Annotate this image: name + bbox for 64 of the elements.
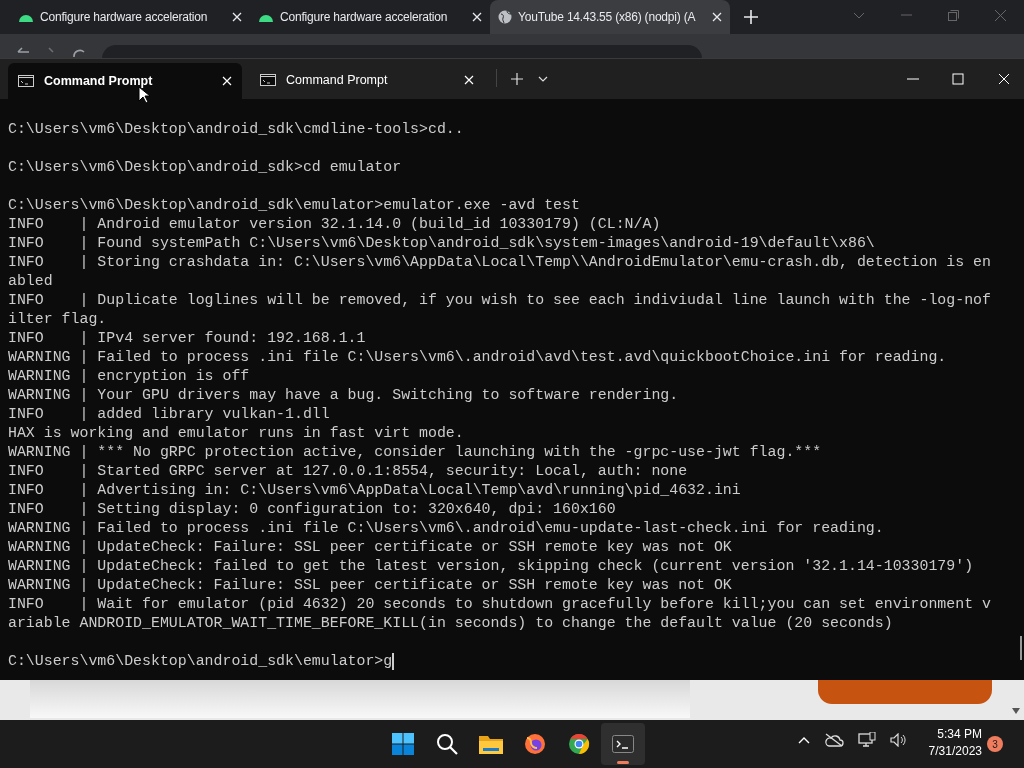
scrollbar-thumb[interactable] bbox=[1020, 636, 1022, 660]
reload-icon[interactable] bbox=[72, 47, 86, 57]
console-line: INFO | Android emulator version 32.1.14.0 (build_id 10330179) (CL:N/A) bbox=[8, 215, 661, 234]
console-line: abled bbox=[8, 272, 53, 291]
console-line: INFO | Found systemPath C:\Users\vm6\Desktop\android_sdk\system-images\android-19\default\x86\ bbox=[8, 234, 875, 253]
folder-icon bbox=[479, 734, 503, 754]
console-icon bbox=[260, 74, 276, 86]
scroll-down-icon[interactable] bbox=[1012, 708, 1020, 714]
console-line: INFO | Duplicate loglines will be removed, if you wish to see each indiviudal line launch with the -log-nof bbox=[8, 291, 991, 310]
tab-title: Configure hardware acceleration bbox=[40, 9, 209, 26]
android-icon bbox=[18, 12, 34, 22]
mouse-pointer-icon bbox=[138, 86, 150, 104]
console-line: C:\Users\vm6\Desktop\android_sdk\cmdline-tools>cd.. bbox=[8, 120, 464, 139]
console-line: WARNING | Failed to process .ini file C:\Users\vm6\.android\avd\test.avd\quickbootChoice.ini for reading. bbox=[8, 348, 947, 367]
chrome-icon bbox=[568, 733, 590, 755]
chevron-up-icon[interactable] bbox=[798, 736, 810, 744]
notification-badge[interactable]: 3 bbox=[987, 736, 1003, 752]
text-cursor bbox=[392, 653, 395, 670]
plus-icon bbox=[511, 73, 523, 85]
tab-title: Command Prompt bbox=[286, 71, 389, 89]
console-line: INFO | Setting display: 0 configuration to: 320x640, dpi: 160x160 bbox=[8, 500, 616, 519]
console-icon bbox=[18, 75, 34, 87]
cloud-off-icon[interactable] bbox=[824, 733, 844, 747]
console-line: ariable ANDROID_EMULATOR_WAIT_TIME_BEFORE_KILL(in seconds) to change the default value (20 seconds) bbox=[8, 614, 893, 633]
clock-date[interactable]: 7/31/2023 bbox=[928, 743, 982, 760]
console-line: WARNING | Your GPU drivers may have a bug. Switching to software rendering. bbox=[8, 386, 679, 405]
console-line: WARNING | UpdateCheck: Failure: SSL peer certificate or SSH remote key was not OK bbox=[8, 576, 732, 595]
console-line: WARNING | encryption is off bbox=[8, 367, 250, 386]
clock-time[interactable]: 5:34 PM bbox=[937, 726, 982, 743]
terminal-icon bbox=[612, 735, 634, 753]
network-icon[interactable] bbox=[858, 732, 876, 748]
console-line: WARNING | UpdateCheck: failed to get the latest version, skipping check (current version '32.1.14-10330179') bbox=[8, 557, 974, 576]
windows-logo-icon bbox=[392, 733, 414, 755]
maximize-icon[interactable] bbox=[952, 73, 964, 85]
console-line: INFO | Advertising in: C:\Users\vm6\AppData\Local\Temp\avd\running\pid_4632.ini bbox=[8, 481, 741, 500]
browser-tab[interactable]: YouTube 14.43.55 (x86) (nodpi) (A bbox=[490, 0, 730, 34]
tab-search-icon[interactable] bbox=[853, 11, 865, 19]
address-field[interactable] bbox=[102, 45, 702, 59]
volume-icon[interactable] bbox=[890, 733, 906, 747]
search-icon bbox=[436, 733, 458, 755]
console-line: WARNING | *** No gRPC protection active, consider launching with the -grpc-use-jwt flag.*** bbox=[8, 443, 822, 462]
plus-icon[interactable] bbox=[744, 10, 758, 24]
caret-icon bbox=[538, 76, 548, 82]
tab-title: Command Prompt bbox=[44, 72, 154, 90]
console-line: INFO | Storing crashdata in: C:\Users\vm6\AppData\Local\Temp\\AndroidEmulator\emu-crash.db, detection is en bbox=[8, 253, 991, 272]
firefox-icon bbox=[524, 733, 546, 755]
console-line: ilter flag. bbox=[8, 310, 107, 329]
globe-icon bbox=[498, 10, 512, 24]
console-line: HAX is working and emulator runs in fast virt mode. bbox=[8, 424, 464, 443]
console-line: C:\Users\vm6\Desktop\android_sdk\emulator>emulator.exe -avd test bbox=[8, 196, 580, 215]
android-icon bbox=[258, 12, 274, 22]
console-line: INFO | Wait for emulator (pid 4632) 20 seconds to shutdown gracefully before kill;you can set environment v bbox=[8, 595, 991, 614]
console-line: WARNING | UpdateCheck: Failure: SSL peer certificate or SSH remote key was not OK bbox=[8, 538, 732, 557]
console-line: C:\Users\vm6\Desktop\android_sdk>cd emulator bbox=[8, 158, 402, 177]
tab-title: YouTube 14.43.55 (x86) (nodpi) (A bbox=[518, 9, 697, 26]
active-indicator bbox=[617, 761, 629, 764]
tab-title: Configure hardware acceleration bbox=[280, 9, 449, 26]
console-line: INFO | added library vulkan-1.dll bbox=[8, 405, 330, 424]
console-line: C:\Users\vm6\Desktop\android_sdk\emulator>g bbox=[8, 652, 393, 671]
terminal-tab[interactable]: Command Prompt bbox=[8, 63, 242, 99]
console-line: INFO | Started GRPC server at 127.0.0.1:8554, security: Local, auth: none bbox=[8, 462, 688, 481]
console-line: INFO | IPv4 server found: 192.168.1.1 bbox=[8, 329, 366, 348]
console-line: WARNING | Failed to process .ini file C:\Users\vm6\.android\emu-update-last-check.ini for reading. bbox=[8, 519, 884, 538]
restore-icon[interactable] bbox=[948, 9, 959, 21]
